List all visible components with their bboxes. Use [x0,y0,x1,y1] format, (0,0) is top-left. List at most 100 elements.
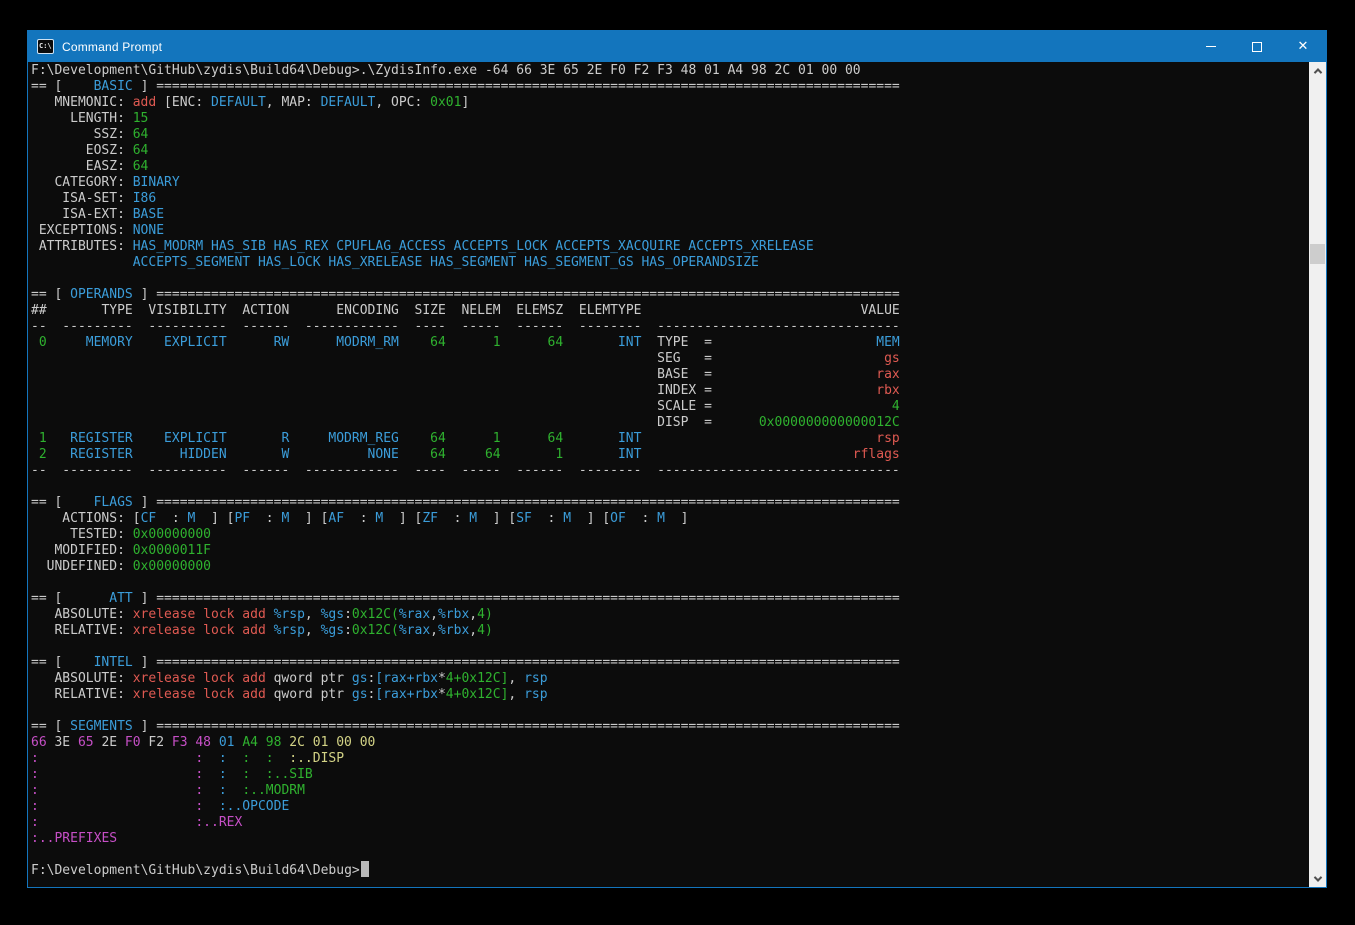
console-text: EXCEPTIONS: [39,223,125,239]
console-text: F:\Development\GitHub\zydis\Build64\Debu… [31,863,360,879]
console-text: ] [493,511,501,527]
console-line: ISA-SET:I86 [31,191,1309,207]
console-text: 0x12C [352,623,391,639]
console-text: [ [508,511,516,527]
console-line: ABSOLUTE:xrelease lock add%rsp,%gs:0x12C… [31,607,1309,623]
console-text: : [219,783,227,799]
scroll-down-button[interactable] [1309,870,1326,887]
console-text: : [368,671,376,687]
scrollbar-thumb[interactable] [1310,244,1325,264]
console-text: ] [461,95,469,111]
console-line: MODIFIED: 0x0000011F [31,543,1309,559]
console-text: ] [399,511,407,527]
console-text: ISA-EXT: [62,207,125,223]
console-text: ) [485,607,493,623]
console-text: ] [587,511,595,527]
console-line: CATEGORY:BINARY [31,175,1309,191]
console-text: TESTED: [70,527,125,543]
console-line: :..PREFIXES [31,831,1309,847]
console-text: ZF [422,511,438,527]
console-text: : [195,799,203,815]
console-text: SSZ: [94,127,125,143]
console-line: ACCEPTS_SEGMENT HAS_LOCK HAS_XRELEASE HA… [31,255,1309,271]
maximize-button[interactable] [1234,31,1280,62]
console-text: PF [234,511,250,527]
console-text: 4 [477,623,485,639]
console-text: : [195,783,203,799]
console-text: , [508,671,516,687]
console-line: == [FLAGS]==============================… [31,495,1309,511]
console-text: 64 [430,431,446,447]
console-text: xrelease lock add [133,607,266,623]
console-text: : [360,511,368,527]
console-line: LENGTH:15 [31,111,1309,127]
console-line: SSZ:64 [31,127,1309,143]
console-text: == [ [31,79,62,95]
console[interactable]: F:\Development\GitHub\zydis\Build64\Debu… [28,62,1326,887]
console-text: RW [274,335,290,351]
console-text: INTEL [94,655,133,671]
console-text: 2C 01 00 00 [289,735,375,751]
console-line: SCALE =4 [31,399,1309,415]
console-text: 0x12C [352,607,391,623]
console-text: ( [391,607,399,623]
console-line [31,271,1309,287]
console-text: rflags [853,447,900,463]
console-text: VALUE [861,303,900,319]
console-text: OPERANDS [70,287,133,303]
console-text: MODIFIED: [54,543,124,559]
console-text: DISP = [657,415,712,431]
console-text: * [438,687,446,703]
console-text: : [31,751,39,767]
console-text: ABSOLUTE: [54,607,124,623]
console-text: ] [141,719,149,735]
console-text: ] [211,511,219,527]
console-text: , [508,687,516,703]
console-text: 4 [477,607,485,623]
console-text: INDEX = [657,383,712,399]
console-line: 663E652EF0F2F34801A4982C 01 00 00 [31,735,1309,751]
console-line: EOSZ:64 [31,143,1309,159]
console-text: : [242,751,250,767]
minimize-button[interactable] [1188,31,1234,62]
console-text: ## TYPE VISIBILITY ACTION ENCODING SIZE … [31,303,641,319]
console-text: ] [141,591,149,607]
console-text: 4+0x12C] [446,671,509,687]
console-text: 48 [195,735,211,751]
close-button[interactable]: ✕ [1280,31,1326,62]
console-text: ] [141,287,149,303]
console-text: 0x0000011F [133,543,211,559]
console-text: ATT [109,591,132,607]
console-text: ABSOLUTE: [54,671,124,687]
console-text: R [281,431,289,447]
console-line: 1REGISTEREXPLICITRMODRM_REG64164INTrsp [31,431,1309,447]
console-text: [ENC: [164,95,203,111]
console-line: INDEX =rbx [31,383,1309,399]
console-text: ] [141,655,149,671]
console-line: == [SEGMENTS]===========================… [31,719,1309,735]
console-line: ::::::..DISP [31,751,1309,767]
console-text: == [ [31,655,62,671]
console-text: : [242,767,250,783]
console-line: BASE =rax [31,367,1309,383]
scrollbar[interactable] [1309,62,1326,887]
console-text: ACCEPTS_SEGMENT HAS_LOCK HAS_XRELEASE HA… [133,255,759,271]
console-text: [ [133,511,141,527]
console-line: ACTIONS:[CF:M][PF:M][AF:M][ZF:M][SF:M][O… [31,511,1309,527]
console-text: SCALE = [657,399,712,415]
console-text: EOSZ: [86,143,125,159]
console-line: == [OPERANDS]===========================… [31,287,1309,303]
console-text: :..PREFIXES [31,831,117,847]
console-text: ========================================… [156,495,900,511]
console-text: [ [415,511,423,527]
console-text: , [469,607,477,623]
console-text: REGISTER [70,431,133,447]
console-text: MEM [876,335,899,351]
console-text: rax [876,367,899,383]
console-text: -- --------- ---------- ------ ---------… [31,319,641,335]
console-text: : [548,511,556,527]
console-line: SEG =gs [31,351,1309,367]
scroll-up-button[interactable] [1309,62,1326,79]
titlebar[interactable]: C:\ Command Prompt ✕ [28,31,1326,62]
console-text: 64 [548,431,564,447]
